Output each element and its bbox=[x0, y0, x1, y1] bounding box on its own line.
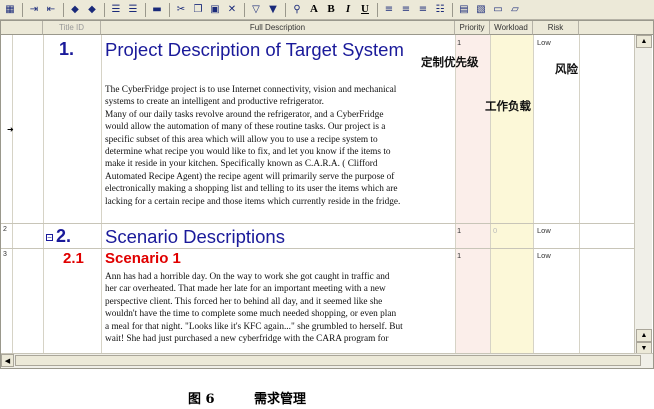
horizontal-scroll-thumb[interactable] bbox=[15, 355, 641, 366]
arrow-right-icon[interactable]: ◆ bbox=[84, 2, 100, 18]
grid-line bbox=[455, 35, 456, 354]
row-number: 3 bbox=[3, 251, 7, 258]
toolbar-separator bbox=[145, 2, 146, 17]
doc-edit-icon[interactable]: ▧ bbox=[473, 2, 489, 18]
grid-line bbox=[43, 35, 44, 354]
heading-number: 1. bbox=[59, 39, 75, 59]
annotation-workload: 工作负载 bbox=[485, 99, 531, 113]
grid-line bbox=[579, 35, 580, 354]
horizontal-scrollbar[interactable]: ◀ bbox=[1, 353, 653, 368]
underline-icon[interactable]: U bbox=[357, 2, 373, 18]
row-selector-arrow-icon[interactable]: ➜ bbox=[7, 125, 14, 134]
toolbar-separator bbox=[244, 2, 245, 17]
scroll-left-arrow-icon[interactable]: ◀ bbox=[1, 354, 14, 367]
risk-value[interactable]: Low bbox=[537, 226, 551, 235]
priority-column-bg bbox=[455, 35, 490, 354]
annotation-risk: 风险 bbox=[555, 62, 578, 76]
risk-value[interactable]: Low bbox=[537, 251, 551, 260]
figure-number: 图 6 bbox=[188, 392, 215, 407]
toolbar-separator bbox=[377, 2, 378, 17]
table-icon[interactable]: ▦ bbox=[2, 2, 18, 18]
row-separator bbox=[1, 248, 637, 249]
line-icon[interactable]: ▬ bbox=[149, 2, 165, 18]
heading-number: 2. bbox=[56, 226, 72, 246]
grid-line bbox=[490, 35, 491, 354]
heading-title: Scenario 1 bbox=[105, 250, 181, 267]
align-right-icon[interactable]: ≡ bbox=[415, 2, 431, 18]
col-header-workload[interactable]: Workload bbox=[490, 21, 533, 35]
toolbar-separator bbox=[22, 2, 23, 17]
indent-icon[interactable]: ⇥ bbox=[26, 2, 42, 18]
toolbar-separator bbox=[63, 2, 64, 17]
scroll-page-up-icon[interactable]: ▲ bbox=[636, 329, 652, 342]
align-top-icon[interactable]: ☰ bbox=[108, 2, 124, 18]
list-icon[interactable]: ☷ bbox=[432, 2, 448, 18]
priority-value[interactable]: 1 bbox=[457, 226, 461, 235]
filter-icon[interactable]: ▽ bbox=[248, 2, 264, 18]
col-header-risk[interactable]: Risk bbox=[533, 21, 579, 35]
align-bottom-icon[interactable]: ☰ bbox=[125, 2, 141, 18]
col-header-priority[interactable]: Priority bbox=[455, 21, 490, 35]
bold-icon[interactable]: B bbox=[323, 2, 339, 18]
align-center-icon[interactable]: ≡ bbox=[398, 2, 414, 18]
scroll-up-arrow-icon[interactable]: ▲ bbox=[636, 35, 652, 48]
arrow-left-icon[interactable]: ◆ bbox=[67, 2, 83, 18]
description-text[interactable]: The CyberFridge project is to use Intern… bbox=[105, 84, 455, 208]
delete-icon[interactable]: ✕ bbox=[224, 2, 240, 18]
toolbar-separator bbox=[104, 2, 105, 17]
toolbar: ▦ ⇥ ⇤ ◆ ◆ ☰ ☰ ▬ ✂ ❐ ▣ ✕ ▽ ▼ ⚲ A B I U ≡ … bbox=[0, 0, 654, 20]
figure-title: 需求管理 bbox=[254, 392, 307, 407]
heading-title: Project Description of Target System bbox=[105, 39, 404, 60]
vertical-scrollbar[interactable]: ▲ ▲ ▼ bbox=[634, 35, 652, 355]
toolbar-separator bbox=[285, 2, 286, 17]
priority-value[interactable]: 1 bbox=[457, 38, 461, 47]
collapse-toggle-icon[interactable]: − bbox=[46, 234, 53, 242]
grid-line bbox=[12, 35, 13, 354]
row-separator bbox=[1, 223, 637, 224]
row-header-corner bbox=[1, 21, 43, 35]
copy-icon[interactable]: ❐ bbox=[190, 2, 206, 18]
font-icon[interactable]: A bbox=[306, 2, 322, 18]
annotation-priority: 定制优先级 bbox=[421, 55, 479, 69]
row-number: 2 bbox=[3, 226, 7, 233]
workload-column-bg bbox=[490, 35, 533, 354]
outdent-icon[interactable]: ⇤ bbox=[43, 2, 59, 18]
heading-number: 2.1 bbox=[63, 250, 84, 267]
priority-value[interactable]: 1 bbox=[457, 251, 461, 260]
find-icon[interactable]: ⚲ bbox=[289, 2, 305, 18]
paste-icon[interactable]: ▣ bbox=[207, 2, 223, 18]
toolbar-separator bbox=[452, 2, 453, 17]
heading-title: Scenario Descriptions bbox=[105, 226, 285, 247]
workload-value[interactable]: 0 bbox=[493, 226, 497, 235]
folder-icon[interactable]: ▭ bbox=[490, 2, 506, 18]
folder-open-icon[interactable]: ▱ bbox=[507, 2, 523, 18]
cut-icon[interactable]: ✂ bbox=[173, 2, 189, 18]
grid-line bbox=[101, 35, 102, 354]
filter-edit-icon[interactable]: ▼ bbox=[265, 2, 281, 18]
col-header-title-id[interactable]: Title ID bbox=[43, 21, 101, 35]
risk-value[interactable]: Low bbox=[537, 38, 551, 47]
toolbar-separator bbox=[169, 2, 170, 17]
italic-icon[interactable]: I bbox=[340, 2, 356, 18]
doc-icon[interactable]: ▤ bbox=[456, 2, 472, 18]
col-header-empty bbox=[579, 21, 653, 35]
requirements-grid: Title ID Full Description Priority Workl… bbox=[0, 20, 654, 369]
col-header-full-description[interactable]: Full Description bbox=[101, 21, 455, 35]
grid-line bbox=[533, 35, 534, 354]
description-text[interactable]: Ann has had a horrible day. On the way t… bbox=[105, 271, 455, 345]
align-left-icon[interactable]: ≡ bbox=[381, 2, 397, 18]
